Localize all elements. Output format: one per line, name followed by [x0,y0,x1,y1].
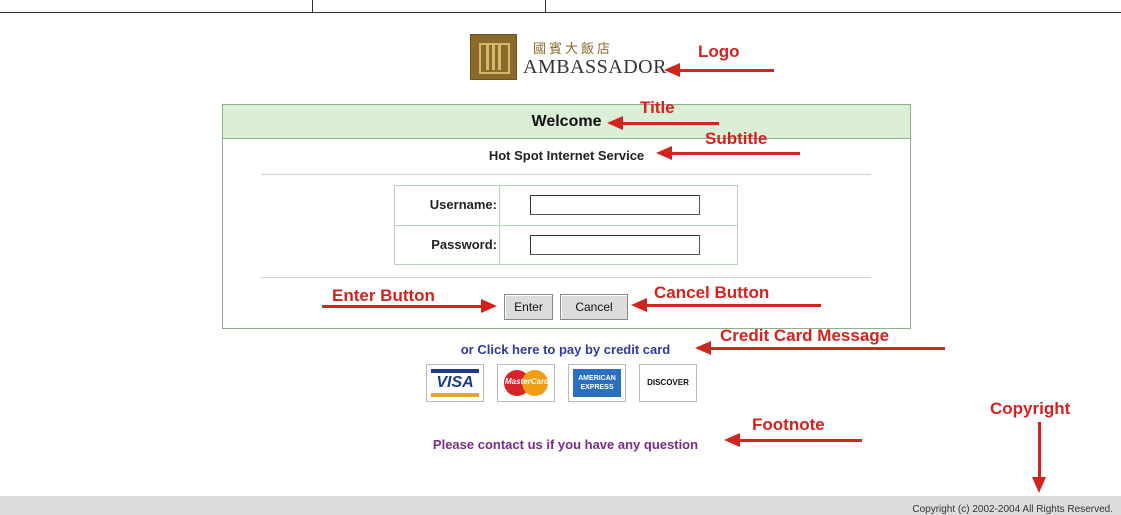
annotation-enter-button: Enter Button [332,286,435,305]
cancel-button[interactable]: Cancel [560,294,628,320]
username-input[interactable] [530,195,700,215]
footer-bar: Copyright (c) 2002-2004 All Rights Reser… [0,496,1121,515]
annotation-title: Title [640,98,675,117]
mastercard-icon[interactable]: MasterCard [497,364,555,402]
arrow-down-icon [1032,477,1046,493]
page-subtitle: Hot Spot Internet Service [488,148,645,163]
ambassador-logo-icon [470,34,517,80]
discover-card-icon[interactable]: DISCOVER [639,364,697,402]
panel-header: Welcome [223,105,910,139]
arrow-right-icon [481,299,497,313]
logo-name: AMBASSADOR [523,56,667,78]
annotation-footnote: Footnote [752,415,825,434]
annotation-line [670,152,800,155]
credit-card-link[interactable]: or Click here to pay by credit card [0,342,1121,357]
enter-button[interactable]: Enter [504,294,553,320]
amex-card-icon[interactable]: AMERICAN EXPRESS [568,364,626,402]
annotation-line [1038,422,1041,478]
annotation-line [322,305,482,308]
annotation-line [678,69,774,72]
copyright-text: Copyright (c) 2002-2004 All Rights Reser… [912,504,1113,515]
annotation-copyright: Copyright [990,399,1071,418]
page-title: Welcome [531,113,602,130]
annotation-line [621,122,719,125]
annotation-logo: Logo [698,42,740,61]
annotation-subtitle: Subtitle [705,129,768,148]
annotation-line [738,439,862,442]
logo-chinese-name: 國賓大飯店 [533,42,614,57]
top-strip-divider [545,0,546,12]
divider [261,277,871,278]
annotation-credit-card-message: Credit Card Message [720,326,890,345]
hotel-logo: 國賓大飯店 AMBASSADOR [470,34,670,80]
divider [261,174,871,175]
password-label: Password: [431,237,497,252]
annotation-line [645,304,821,307]
password-row: Password: [395,225,737,264]
credit-card-logos[interactable]: VISA MasterCard AMERICAN EXPRESS DISCOVE… [426,364,706,408]
password-input[interactable] [530,235,700,255]
top-strip-divider [312,0,313,12]
login-panel: Welcome Hot Spot Internet Service Userna… [222,104,911,329]
username-row: Username: [395,186,737,224]
username-label: Username: [429,197,497,212]
annotation-cancel-button: Cancel Button [654,283,770,302]
visa-card-icon[interactable]: VISA [426,364,484,402]
top-table-strip [0,0,1121,13]
footnote: Please contact us if you have any questi… [432,437,699,452]
annotation-line [709,347,945,350]
login-form: Username: Password: [394,185,738,265]
